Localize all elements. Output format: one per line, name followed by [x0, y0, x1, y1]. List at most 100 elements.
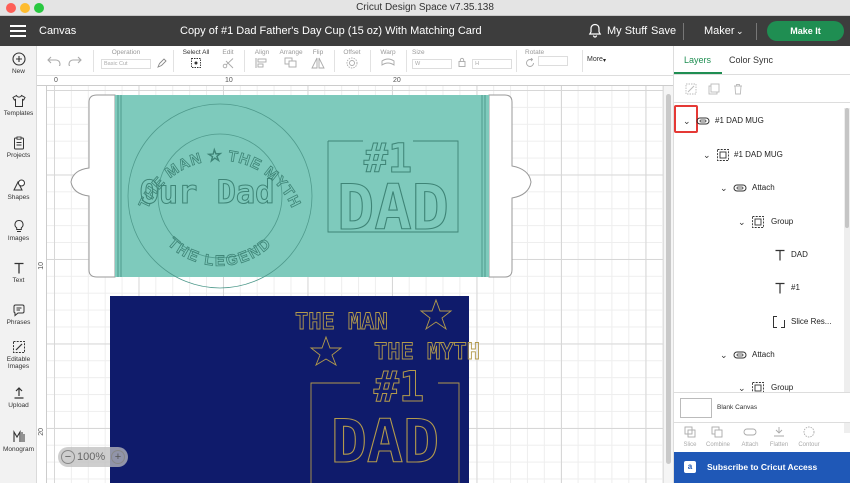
tabs-divider: [674, 74, 850, 75]
size-height-input[interactable]: H: [472, 59, 513, 69]
scrollbar-thumb[interactable]: [666, 94, 671, 464]
canvas-color-swatch[interactable]: [680, 398, 712, 418]
toolbar-divider: [334, 50, 335, 72]
layer-label: Attach: [752, 183, 775, 192]
hamburger-menu-icon[interactable]: [10, 25, 26, 37]
subscribe-banner[interactable]: a Subscribe to Cricut Access: [674, 452, 850, 483]
tab-color-sync[interactable]: Color Sync: [729, 55, 773, 65]
tab-layers[interactable]: Layers: [684, 55, 711, 65]
edit-dropdown[interactable]: Edit: [217, 49, 239, 72]
layer-row[interactable]: ⌄ Attach: [674, 344, 844, 366]
app-header: Canvas Copy of #1 Dad Father's Day Cup (…: [0, 16, 850, 46]
machine-selector[interactable]: Maker: [704, 25, 735, 37]
layer-label: #1 DAD MUG: [734, 150, 783, 159]
nav-shapes[interactable]: Shapes: [0, 178, 37, 201]
nav-templates[interactable]: Templates: [0, 94, 37, 117]
shapes-icon: [12, 179, 25, 191]
toolbar-divider: [516, 50, 517, 72]
layer-label: Attach: [752, 350, 775, 359]
select-all-button[interactable]: Select All: [181, 49, 211, 72]
size-label: Size: [412, 49, 425, 56]
notification-bell-icon[interactable]: [588, 23, 602, 38]
my-stuff-link[interactable]: My Stuff: [607, 25, 647, 37]
rotate-icon: [526, 57, 534, 68]
operation-value: Basic Cut: [101, 59, 151, 69]
speech-bubble-icon: [13, 304, 24, 317]
group-icon[interactable]: [685, 83, 697, 95]
offset-button[interactable]: Offset: [340, 49, 364, 72]
operation-dropdown[interactable]: Operation Basic Cut: [101, 49, 151, 69]
layer-row[interactable]: ⌄ Group: [674, 211, 844, 233]
align-label: Align: [254, 49, 270, 56]
align-dropdown[interactable]: Align: [250, 49, 274, 72]
size-width-input[interactable]: W: [412, 59, 452, 69]
subscribe-label: Subscribe to Cricut Access: [707, 462, 818, 472]
layer-row[interactable]: DAD: [674, 244, 844, 266]
left-navigation: New Templates Projects Shapes Images Tex…: [0, 46, 37, 483]
edit-label: Edit: [222, 49, 234, 56]
flatten-button[interactable]: Flatten: [766, 426, 792, 448]
slice-result-icon: [773, 316, 785, 328]
ruler-tick-label: 10: [38, 262, 45, 270]
design-canvas[interactable]: THE MAN ★ THE MYTH THE LEGEND Our Dad #1…: [47, 86, 663, 483]
trash-icon[interactable]: [732, 83, 744, 95]
project-title: Copy of #1 Dad Father's Day Cup (15 oz) …: [180, 25, 482, 37]
layer-row[interactable]: ⌄ #1 DAD MUG: [674, 144, 844, 166]
pen-icon[interactable]: [157, 58, 167, 68]
combine-button[interactable]: Combine: [705, 426, 731, 448]
nav-upload[interactable]: Upload: [0, 386, 37, 409]
arrange-dropdown[interactable]: Arrange: [277, 49, 305, 72]
nav-projects[interactable]: Projects: [0, 136, 37, 159]
slice-button[interactable]: Slice: [677, 426, 703, 448]
card-the-man-text: THE MAN: [295, 310, 388, 335]
zoom-out-button[interactable]: −: [61, 450, 75, 464]
make-it-button[interactable]: Make It: [767, 21, 844, 41]
attach-icon: [733, 351, 747, 359]
layers-scrollbar[interactable]: [844, 108, 850, 433]
nav-text[interactable]: Text: [0, 261, 37, 284]
redo-icon[interactable]: [68, 56, 82, 66]
rotate-input[interactable]: [538, 56, 569, 66]
blank-canvas-row[interactable]: Blank Canvas: [674, 392, 850, 422]
ruler-tick-label: 0: [54, 77, 58, 84]
chevron-down-icon[interactable]: ⌄: [738, 217, 746, 228]
nav-label: Text: [12, 277, 25, 284]
ruler-tick-label: 10: [225, 77, 233, 84]
duplicate-icon[interactable]: [708, 83, 720, 95]
attach-button[interactable]: Attach: [737, 426, 763, 448]
layer-row[interactable]: Slice Res...: [674, 311, 844, 333]
lock-icon[interactable]: [458, 57, 466, 68]
zoom-in-button[interactable]: +: [111, 450, 125, 464]
layer-label: #1 DAD MUG: [715, 116, 764, 125]
more-button[interactable]: More: [587, 56, 603, 63]
flip-dropdown[interactable]: Flip: [308, 49, 328, 72]
save-button[interactable]: Save: [651, 25, 676, 37]
canvas-vertical-scrollbar[interactable]: [663, 86, 673, 483]
layer-row[interactable]: #1: [674, 277, 844, 299]
nav-label: Monogram: [2, 446, 35, 453]
warp-label: Warp: [380, 49, 396, 56]
nav-label: Phrases: [6, 319, 31, 326]
nav-label: Templates: [3, 110, 34, 117]
warp-dropdown[interactable]: Warp: [376, 49, 400, 72]
chevron-down-icon[interactable]: ⌄: [720, 350, 728, 361]
nav-monogram[interactable]: Monogram: [0, 430, 37, 453]
chevron-down-icon[interactable]: ⌄: [736, 26, 744, 37]
nav-phrases[interactable]: Phrases: [0, 303, 37, 326]
nav-images[interactable]: Images: [0, 219, 37, 242]
contour-button[interactable]: Contour: [796, 426, 822, 448]
layer-row[interactable]: ⌄ #1 DAD MUG: [674, 110, 844, 132]
chevron-down-icon[interactable]: ⌄: [703, 150, 711, 161]
nav-label: New: [11, 68, 25, 75]
scrollbar-thumb[interactable]: [845, 108, 849, 228]
ruler-tick-label: 20: [393, 77, 401, 84]
undo-icon[interactable]: [47, 56, 61, 66]
arrange-label: Arrange: [279, 49, 303, 56]
nav-new[interactable]: New: [0, 52, 37, 75]
caret-down-icon[interactable]: ▾: [603, 57, 606, 64]
nav-editable-images[interactable]: Editable Images: [0, 340, 37, 370]
layer-row[interactable]: ⌄ Attach: [674, 177, 844, 199]
combine-icon: [711, 426, 723, 438]
chevron-down-icon[interactable]: ⌄: [683, 116, 691, 127]
chevron-down-icon[interactable]: ⌄: [720, 183, 728, 194]
